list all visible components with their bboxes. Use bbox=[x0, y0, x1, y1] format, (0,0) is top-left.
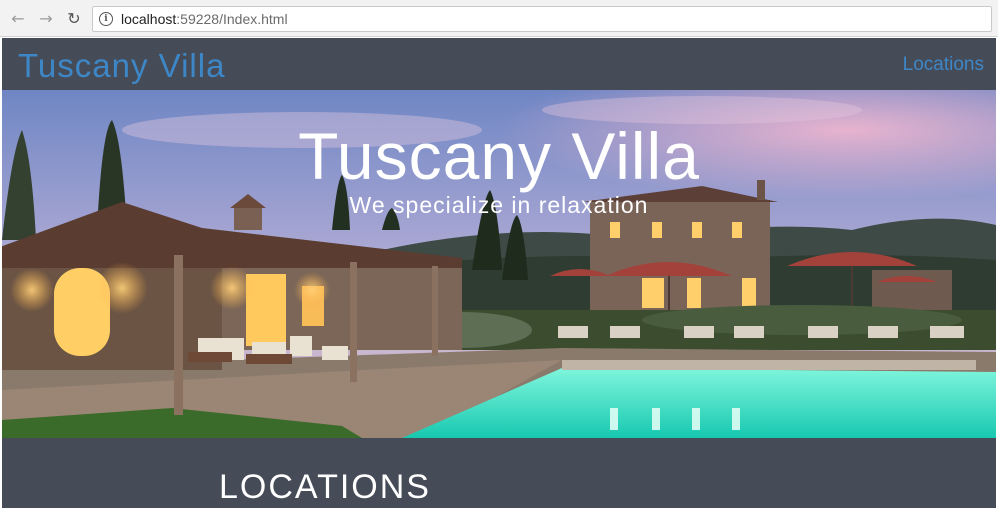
forward-arrow-icon[interactable]: → bbox=[36, 9, 56, 29]
page: Tuscany Villa Locations Tuscany Villa We… bbox=[2, 38, 996, 508]
url-path: :59228/Index.html bbox=[176, 11, 288, 27]
locations-heading: LOCATIONS bbox=[219, 468, 431, 506]
site-header: Tuscany Villa Locations bbox=[2, 38, 996, 90]
nav-link-locations[interactable]: Locations bbox=[903, 54, 984, 76]
reload-icon[interactable]: ↻ bbox=[64, 9, 84, 29]
back-arrow-icon[interactable]: ← bbox=[8, 9, 28, 29]
hero-title: Tuscany Villa bbox=[298, 119, 700, 193]
hero-banner: Tuscany Villa We specialize in relaxatio… bbox=[2, 90, 996, 438]
url-text[interactable]: localhost:59228/Index.html bbox=[121, 11, 288, 27]
hero-subtitle: We specialize in relaxation bbox=[349, 192, 649, 218]
brand-link[interactable]: Tuscany Villa bbox=[18, 47, 225, 85]
url-host: localhost bbox=[121, 11, 177, 27]
browser-toolbar: ← → ↻ i localhost:59228/Index.html bbox=[0, 0, 998, 37]
address-bar[interactable]: i localhost:59228/Index.html bbox=[92, 6, 992, 32]
info-icon[interactable]: i bbox=[99, 12, 113, 26]
